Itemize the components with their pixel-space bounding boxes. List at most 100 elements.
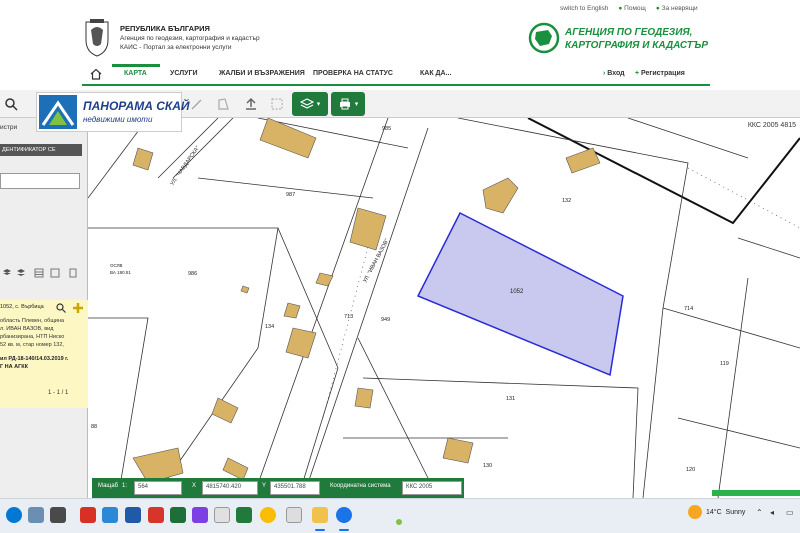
switch-language-link[interactable]: switch to English: [560, 5, 608, 12]
org-subtitle: Агенция по геодезия, картография и кадас…: [120, 35, 260, 42]
parcel-label: 119: [720, 361, 729, 367]
files-icon[interactable]: [28, 507, 44, 523]
stack-icon[interactable]: [16, 268, 26, 278]
y-coordinate-field[interactable]: 435501.788: [270, 481, 320, 495]
draw-polygon-button[interactable]: [212, 94, 234, 114]
watermark-logo: ПАНОРАМА СКАЙ недвижими имоти: [36, 92, 190, 132]
coordinate-bar: Мащаб 1: 564 X 4815740.420 Y 435501.788 …: [92, 478, 464, 498]
app-icon[interactable]: [214, 507, 230, 523]
result-order: ил РД-18-140/14.03.2019 г.: [0, 356, 69, 362]
coat-of-arms-icon: [85, 19, 109, 57]
parcel-label: 987: [286, 192, 296, 198]
nav-complaints[interactable]: ЖАЛБИ И ВЪЗРАЖЕНИЯ: [219, 70, 305, 77]
result-line: 52 кв. м, стар номер 132,: [0, 342, 64, 348]
chevron-down-icon: ▾: [354, 101, 359, 108]
result-issuer: Г НА АГКК: [0, 364, 28, 370]
search-result-card[interactable]: 1052, с. Върбица область Плевен, община …: [0, 300, 88, 408]
nav-status-check[interactable]: ПРОВЕРКА НА СТАТУС: [313, 70, 393, 77]
zoom-to-icon[interactable]: [56, 303, 66, 313]
parcel-label: 985: [382, 126, 392, 132]
table-icon[interactable]: [34, 268, 44, 278]
register-link[interactable]: + Регистрация: [635, 70, 685, 77]
app-icon[interactable]: [192, 507, 208, 523]
layers-button[interactable]: ▾: [292, 92, 328, 116]
nav-how-to[interactable]: КАК ДА...: [420, 70, 451, 77]
site-header: РЕПУБЛИКА БЪЛГАРИЯ Агенция по геодезия, …: [0, 0, 800, 62]
identifier-header: ДЕНТИФИКАТОР СЕ: [0, 144, 82, 156]
weather-widget[interactable]: 14°C Sunny: [706, 509, 745, 516]
chrome-icon[interactable]: [336, 507, 352, 523]
identifier-input[interactable]: [0, 173, 80, 189]
app-icon[interactable]: [286, 507, 302, 523]
active-app-indicator: [339, 529, 349, 531]
app-icon[interactable]: [102, 507, 118, 523]
app-icon[interactable]: [236, 507, 252, 523]
portal-subtitle: КАИС - Портал за електронни услуги: [120, 44, 232, 51]
register-icon: +: [635, 70, 640, 77]
chrome-icon[interactable]: [260, 507, 276, 523]
start-icon[interactable]: [6, 507, 22, 523]
mountain-logo-icon: [39, 95, 77, 129]
watermark-title: ПАНОРАМА СКАЙ: [83, 99, 190, 113]
scale-prefix: 1:: [122, 483, 128, 489]
scale-input[interactable]: 564: [134, 481, 182, 495]
app-icon[interactable]: [148, 507, 164, 523]
print-button[interactable]: ▾: [331, 92, 365, 116]
layers-small-icon[interactable]: [2, 268, 12, 278]
login-icon: ›: [603, 70, 606, 77]
crs-label: ККС 2005 4815: [747, 122, 796, 129]
app-icon[interactable]: [80, 507, 96, 523]
org-title: РЕПУБЛИКА БЪЛГАРИЯ: [120, 24, 210, 33]
add-icon[interactable]: [72, 302, 84, 314]
speaker-icon[interactable]: ◂: [770, 508, 774, 517]
cadastral-map[interactable]: ККС 2005 4815 1052 УЛ. "ЧАВДАРСКА" УЛ. "…: [88, 118, 800, 498]
survey-point-label: ВА 190.51: [110, 270, 131, 275]
parcel-label: 714: [684, 306, 694, 312]
parcel-label: 986: [188, 271, 198, 277]
polygon-icon: [218, 98, 229, 110]
result-line: область Плевен, община: [0, 318, 65, 324]
parcel-label: 131: [506, 396, 516, 402]
network-icon[interactable]: ▭: [786, 508, 794, 517]
accessibility-link[interactable]: ● За неврящи: [656, 5, 698, 12]
selection-icon: [271, 98, 283, 110]
app-icon[interactable]: [170, 507, 186, 523]
result-title: 1052, с. Върбица: [0, 304, 44, 310]
result-line: рбанизирана, НТП Ниско: [0, 334, 65, 340]
parcel-label: 713: [344, 314, 354, 320]
chevron-down-icon: ▾: [316, 101, 321, 108]
crs-select[interactable]: ККС 2005: [402, 481, 462, 495]
export-icon[interactable]: [50, 268, 60, 278]
sun-icon[interactable]: [688, 505, 702, 519]
search-panel: истри ДЕНТИФИКАТОР СЕ 1052, с. Върбица о…: [0, 118, 88, 498]
help-link[interactable]: ● Помощ: [618, 5, 645, 12]
notification-icon: [396, 519, 402, 525]
upload-button[interactable]: [240, 94, 262, 114]
selected-parcel-label: 1052: [510, 289, 524, 295]
x-coordinate-field[interactable]: 4815740.420: [202, 481, 258, 495]
app-icon[interactable]: [125, 507, 141, 523]
home-icon[interactable]: [90, 68, 102, 80]
nav-map[interactable]: КАРТА: [124, 70, 147, 77]
select-area-button[interactable]: [266, 94, 288, 114]
nav-services[interactable]: УСЛУГИ: [170, 70, 198, 77]
panel-tab[interactable]: истри: [0, 124, 17, 131]
app-icon[interactable]: [50, 507, 66, 523]
chevron-up-icon[interactable]: ⌃: [756, 508, 763, 517]
status-strip: [712, 490, 800, 496]
active-app-indicator: [315, 529, 325, 531]
y-label: Y: [262, 483, 267, 489]
parcel-label: 88: [91, 424, 98, 430]
active-tab-indicator: [112, 64, 160, 67]
boundary-line: [527, 118, 800, 225]
login-link[interactable]: › Вход: [603, 70, 625, 77]
watermark-subtitle: недвижими имоти: [83, 115, 153, 124]
folder-icon[interactable]: [312, 507, 328, 523]
map-canvas[interactable]: [88, 118, 800, 498]
help-icon: ●: [618, 5, 623, 12]
parcel-label: 949: [381, 317, 391, 323]
document-icon[interactable]: [68, 268, 78, 278]
zoom-search-button[interactable]: [0, 94, 22, 114]
magnifier-icon: [5, 98, 18, 111]
parcel-label: 134: [265, 324, 275, 330]
